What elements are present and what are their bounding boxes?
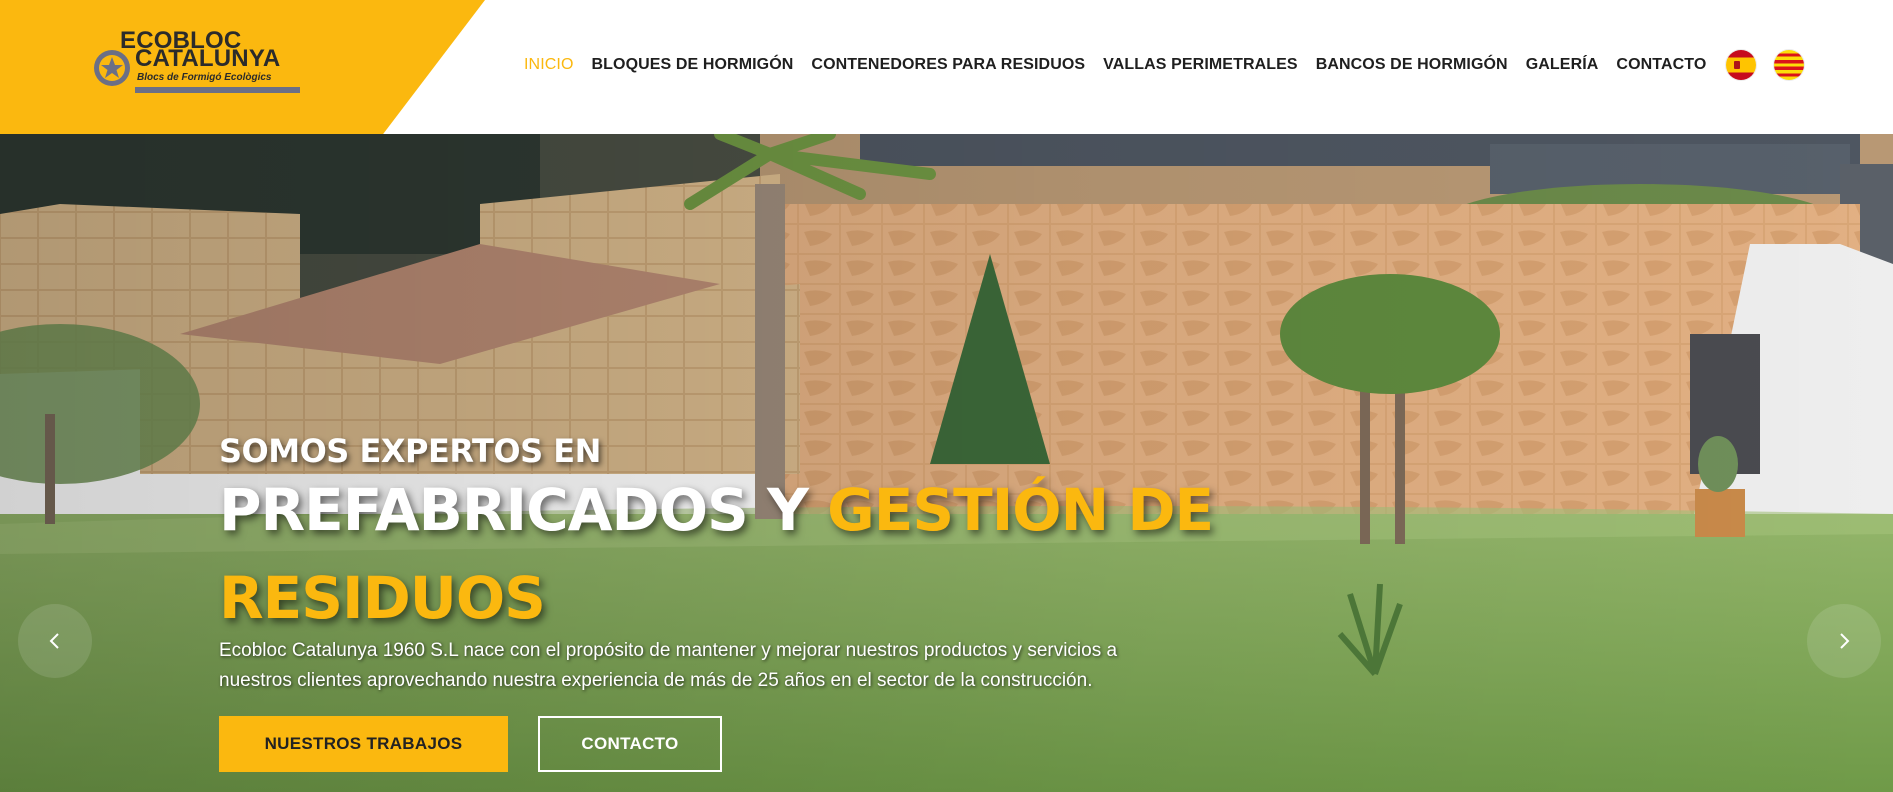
logo-underline: [135, 87, 300, 93]
hero-title: PREFABRICADOS Y GESTIÓN DE RESIDUOS: [219, 466, 1319, 642]
slider-next-button[interactable]: [1807, 604, 1881, 678]
hero-buttons: NUESTROS TRABAJOS CONTACTO: [219, 716, 1319, 772]
chevron-right-icon: [1840, 633, 1850, 649]
hero-description: Ecobloc Catalunya 1960 S.L nace con el p…: [219, 640, 1118, 691]
hero-pretitle: SOMOS EXPERTOS EN: [219, 432, 601, 470]
logo-tagline: Blocs de Formigó Ecològics: [137, 72, 272, 83]
nav-item-bancos[interactable]: BANCOS DE HORMIGÓN: [1316, 56, 1508, 74]
chevron-left-icon: [49, 633, 59, 649]
nav-item-inicio[interactable]: INICIO: [524, 56, 574, 74]
slider-prev-button[interactable]: [18, 604, 92, 678]
logo-text-line2: CATALUNYA: [135, 45, 281, 72]
catalonia-flag-icon[interactable]: [1774, 50, 1805, 80]
nav-item-contacto[interactable]: CONTACTO: [1616, 56, 1706, 74]
logo-mark-icon: [94, 50, 130, 86]
logo[interactable]: ECOBLOC CATALUNYA Blocs de Formigó Ecolò…: [92, 29, 306, 100]
nav-item-vallas[interactable]: VALLAS PERIMETRALES: [1103, 56, 1298, 74]
nav-item-galeria[interactable]: GALERÍA: [1526, 56, 1599, 74]
spain-flag-icon[interactable]: [1726, 50, 1757, 80]
nav-item-bloques[interactable]: BLOQUES DE HORMIGÓN: [592, 56, 794, 74]
hero-content: SOMOS EXPERTOS EN PREFABRICADOS Y GESTIÓ…: [219, 432, 1319, 772]
contacto-button[interactable]: CONTACTO: [538, 716, 722, 772]
site-header: ECOBLOC CATALUNYA Blocs de Formigó Ecolò…: [0, 0, 1893, 134]
nuestros-trabajos-button[interactable]: NUESTROS TRABAJOS: [219, 716, 508, 772]
main-nav: INICIO BLOQUES DE HORMIGÓN CONTENEDORES …: [524, 50, 1820, 80]
hero-title-white: PREFABRICADOS Y: [219, 476, 828, 544]
nav-item-contenedores[interactable]: CONTENEDORES PARA RESIDUOS: [811, 56, 1085, 74]
hero-slider: SOMOS EXPERTOS EN PREFABRICADOS Y GESTIÓ…: [0, 134, 1893, 792]
